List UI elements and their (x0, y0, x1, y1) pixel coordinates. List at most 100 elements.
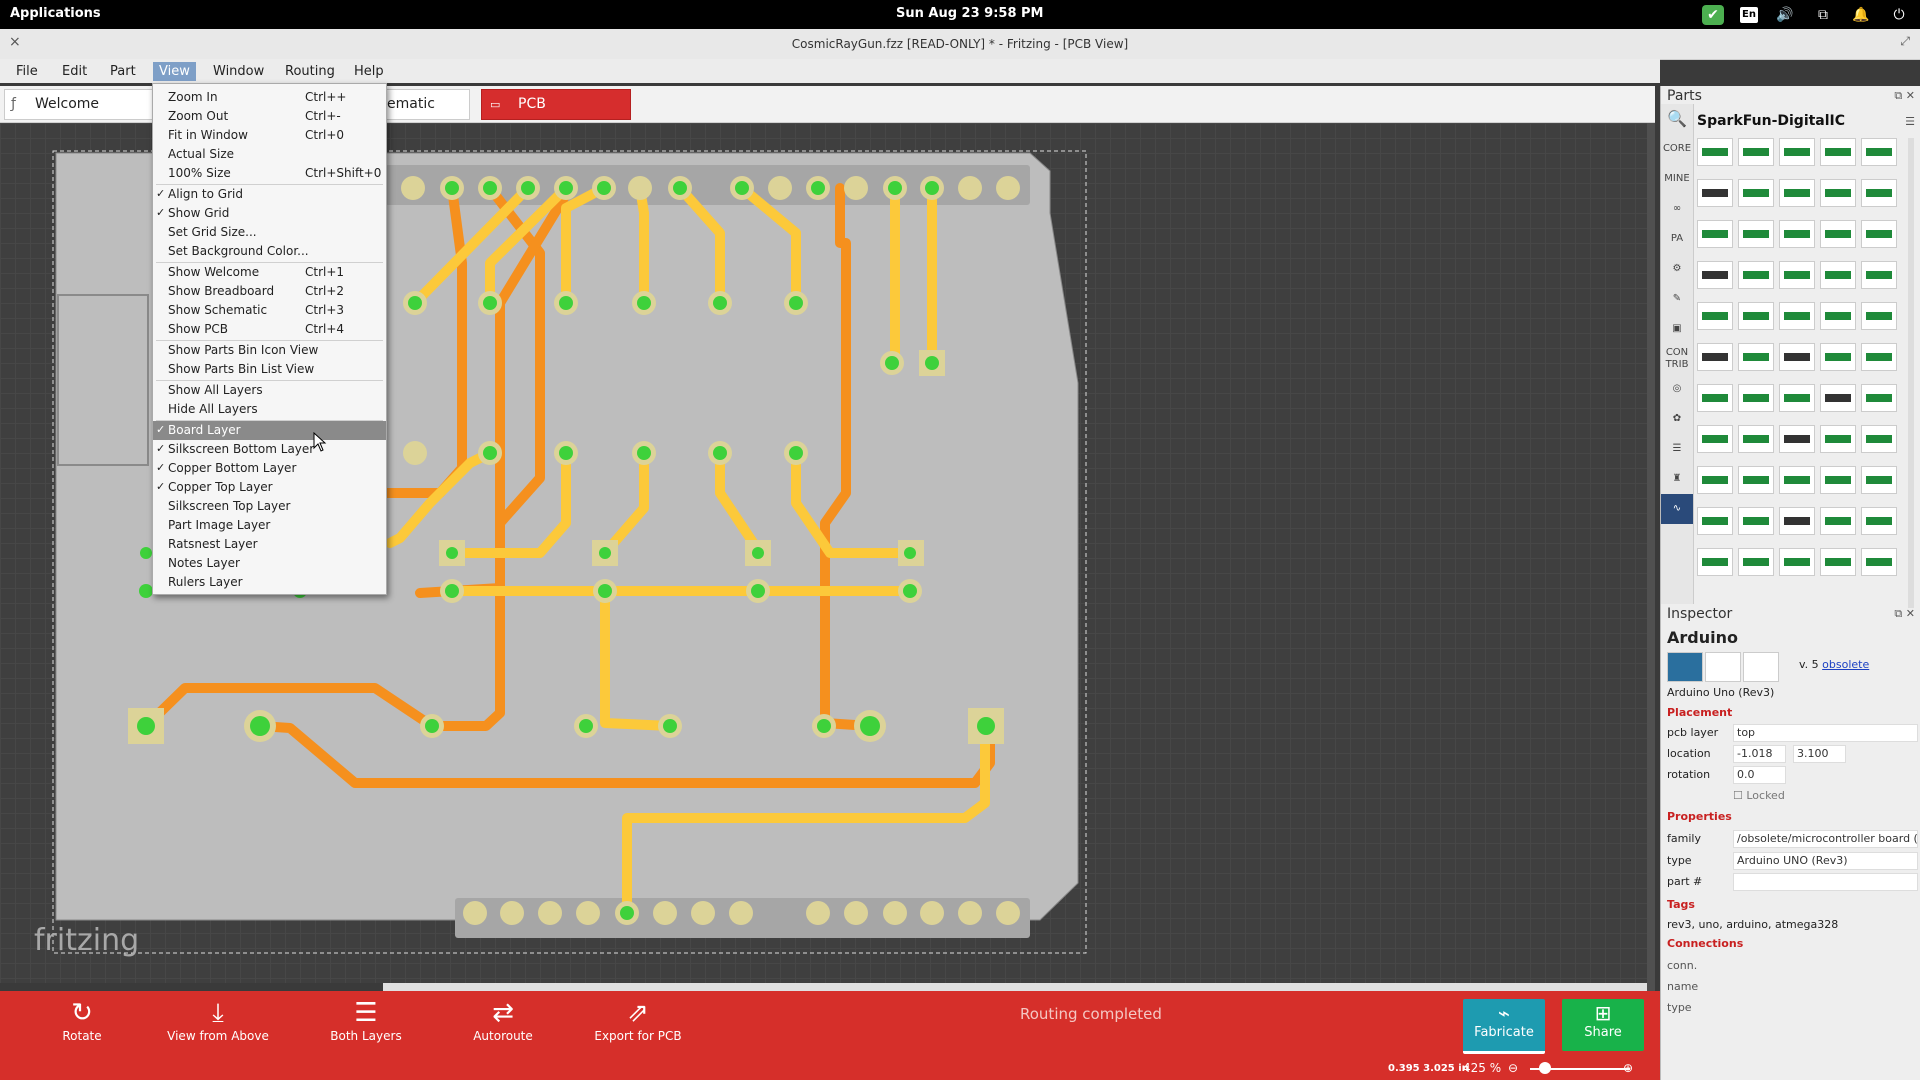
export-for-pcb-button[interactable]: ⇗ Export for PCB (578, 997, 698, 1053)
power-icon[interactable]: ⏻ (1888, 5, 1910, 25)
bin-menu-icon[interactable]: ☰ (1905, 115, 1915, 128)
bell-icon[interactable]: 🔔 (1850, 5, 1872, 25)
view-menu-item[interactable]: Fit in Window Ctrl+0 (153, 126, 386, 145)
fabricate-button[interactable]: ⌁ Fabricate (1463, 999, 1545, 1054)
menu-view[interactable]: View (153, 62, 196, 81)
view-menu-item[interactable]: Zoom Out Ctrl+- (153, 107, 386, 126)
part-icon[interactable] (1820, 302, 1856, 330)
part-icon[interactable] (1738, 302, 1774, 330)
horizontal-scrollbar[interactable] (383, 983, 1647, 991)
parts-bin-tab[interactable]: ✎ (1661, 284, 1693, 314)
parts-bin-tab[interactable]: CON TRIB (1661, 344, 1693, 374)
view-menu-item[interactable]: Show Welcome Ctrl+1 (153, 263, 386, 282)
view-menu-item[interactable]: Actual Size (153, 145, 386, 164)
part-icon[interactable] (1697, 466, 1733, 494)
menu-help[interactable]: Help (348, 62, 390, 81)
zoom-in-icon[interactable]: ⊕ (1623, 1061, 1633, 1075)
parts-bin-tab[interactable]: ∿ (1661, 494, 1693, 524)
view-menu-item[interactable]: Set Grid Size... (153, 223, 386, 242)
part-icon[interactable] (1738, 384, 1774, 412)
part-icon[interactable] (1738, 507, 1774, 535)
part-icon[interactable] (1861, 425, 1897, 453)
part-icon[interactable] (1820, 220, 1856, 248)
rotation-input[interactable]: 0.0 (1733, 766, 1786, 784)
view-menu-item[interactable]: Notes Layer (153, 554, 386, 573)
part-icon[interactable] (1697, 261, 1733, 289)
view-menu-item[interactable]: Show PCB Ctrl+4 (153, 320, 386, 339)
view-menu-item[interactable]: Show Breadboard Ctrl+2 (153, 282, 386, 301)
vertical-scrollbar[interactable] (1647, 123, 1655, 991)
clock[interactable]: Sun Aug 23 9:58 PM (896, 6, 1044, 21)
autoroute-button[interactable]: ⇄ Autoroute (443, 997, 563, 1053)
view-menu-item[interactable]: Show Schematic Ctrl+3 (153, 301, 386, 320)
view-menu-item[interactable]: Silkscreen Top Layer (153, 497, 386, 516)
menu-part[interactable]: Part (104, 62, 142, 81)
part-icon[interactable] (1697, 384, 1733, 412)
parts-bin-tab[interactable]: ▣ (1661, 314, 1693, 344)
part-icon[interactable] (1697, 343, 1733, 371)
parts-bin-tab[interactable]: CORE (1661, 134, 1693, 164)
part-icon[interactable] (1697, 507, 1733, 535)
search-icon[interactable]: 🔍 (1661, 104, 1693, 134)
view-menu-item[interactable]: Hide All Layers (153, 400, 386, 419)
view-menu-item[interactable]: 100% Size Ctrl+Shift+0 (153, 164, 386, 183)
view-menu-item[interactable]: Show All Layers (153, 381, 386, 400)
part-icon[interactable] (1820, 425, 1856, 453)
part-icon[interactable] (1779, 548, 1815, 576)
part-icon[interactable] (1861, 220, 1897, 248)
part-icon[interactable] (1820, 507, 1856, 535)
rotate-button[interactable]: ↻ Rotate (22, 997, 142, 1053)
part-icon[interactable] (1861, 179, 1897, 207)
parts-bin-tab[interactable]: ✿ (1661, 404, 1693, 434)
view-from-above-button[interactable]: ⤓ View from Above (158, 997, 278, 1053)
pcb-layer-select[interactable]: top (1733, 724, 1918, 742)
view-menu-item[interactable]: ✓ Copper Top Layer (153, 478, 386, 497)
parts-bin-tab[interactable]: ⚙ (1661, 254, 1693, 284)
part-icon[interactable] (1779, 466, 1815, 494)
language-indicator[interactable]: En (1740, 6, 1758, 23)
volume-icon[interactable]: 🔊 (1774, 5, 1796, 25)
part-icon[interactable] (1820, 548, 1856, 576)
location-x-input[interactable]: -1.018 (1733, 745, 1786, 763)
part-icon[interactable] (1779, 343, 1815, 371)
view-menu-item[interactable]: Set Background Color... (153, 242, 386, 261)
parts-scrollbar[interactable] (1908, 138, 1914, 608)
part-icon[interactable] (1738, 138, 1774, 166)
part-icon[interactable] (1697, 220, 1733, 248)
part-icon[interactable] (1738, 425, 1774, 453)
part-icon[interactable] (1861, 507, 1897, 535)
part-icon[interactable] (1779, 384, 1815, 412)
parts-bin-tab[interactable]: ☰ (1661, 434, 1693, 464)
part-icon[interactable] (1738, 261, 1774, 289)
network-icon[interactable]: ⧉ (1812, 5, 1834, 25)
applications-menu[interactable]: Applications (10, 6, 101, 21)
parts-panel-controls[interactable]: ⧉ ✕ (1894, 89, 1915, 103)
locked-checkbox[interactable]: ☐ Locked (1733, 789, 1785, 802)
family-value[interactable]: /obsolete/microcontroller board (arc (1733, 830, 1918, 848)
view-menu-item[interactable]: Show Parts Bin List View (153, 360, 386, 379)
part-icon[interactable] (1738, 343, 1774, 371)
zoom-level[interactable]: 425 % (1463, 1061, 1501, 1075)
obsolete-link[interactable]: obsolete (1822, 658, 1869, 671)
part-icon[interactable] (1779, 179, 1815, 207)
part-icon[interactable] (1820, 466, 1856, 494)
part-icon[interactable] (1738, 179, 1774, 207)
view-menu-item[interactable]: Show Parts Bin Icon View (153, 341, 386, 360)
maximize-icon[interactable]: ⤢ (1900, 34, 1910, 49)
zoom-out-icon[interactable]: ⊖ (1508, 1061, 1518, 1075)
part-icon[interactable] (1861, 343, 1897, 371)
part-icon[interactable] (1861, 302, 1897, 330)
part-icon[interactable] (1738, 220, 1774, 248)
part-icon[interactable] (1779, 302, 1815, 330)
view-menu-item[interactable]: Zoom In Ctrl++ (153, 88, 386, 107)
part-icon[interactable] (1820, 261, 1856, 289)
view-menu-item[interactable]: ✓ Align to Grid (153, 185, 386, 204)
both-layers-button[interactable]: ☰ Both Layers (306, 997, 426, 1053)
part-icon[interactable] (1820, 384, 1856, 412)
menu-file[interactable]: File (10, 62, 44, 81)
parts-bin-tab[interactable]: ◎ (1661, 374, 1693, 404)
part-icon[interactable] (1697, 138, 1733, 166)
view-menu-item[interactable]: ✓ Silkscreen Bottom Layer (153, 440, 386, 459)
view-menu-item[interactable]: ✓ Show Grid (153, 204, 386, 223)
view-menu-item[interactable]: ✓ Copper Bottom Layer (153, 459, 386, 478)
